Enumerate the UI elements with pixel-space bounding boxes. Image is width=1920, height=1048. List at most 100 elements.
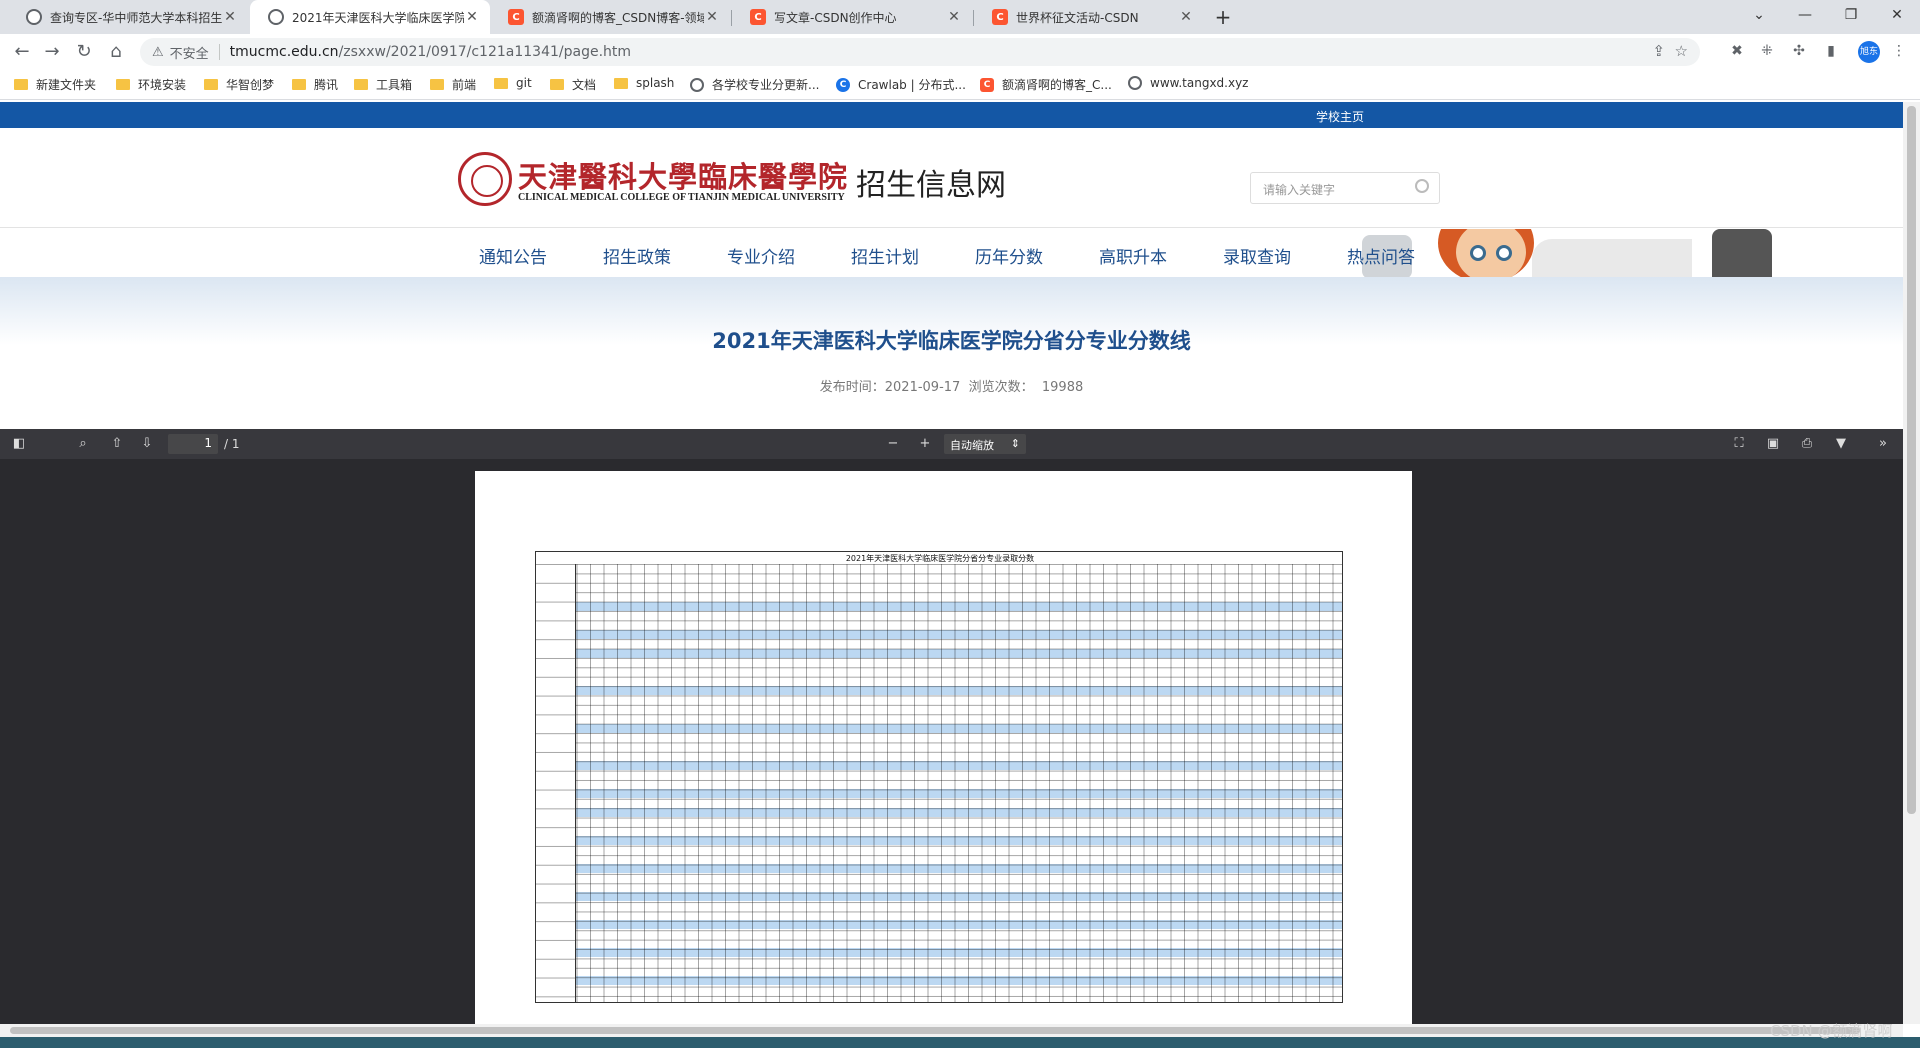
csdn-icon: C <box>980 77 994 92</box>
menu-kebab-icon[interactable]: ⋮ <box>1890 43 1908 61</box>
extension-x-icon[interactable]: ✖ <box>1728 43 1746 61</box>
csdn-icon: C <box>750 9 766 25</box>
new-tab-plus-icon[interactable]: + <box>1210 4 1236 30</box>
bookmark-item[interactable]: splash <box>614 76 674 90</box>
presentation-mode-icon[interactable]: ⛶ <box>1730 435 1748 453</box>
pdf-canvas-area[interactable]: 2021年天津医科大学临床医学院分省分专业录取分数 <box>0 459 1903 1024</box>
school-home-link[interactable]: 学校主页 <box>1316 108 1364 125</box>
nav-scores[interactable]: 历年分数 <box>975 243 1043 268</box>
bookmark-item[interactable]: 文档 <box>550 76 596 93</box>
mascot-arm <box>1532 239 1692 277</box>
bookmark-item[interactable]: www.tangxd.xyz <box>1128 76 1248 90</box>
mascot-face <box>1456 229 1526 277</box>
nav-upgrade[interactable]: 高职升本 <box>1099 243 1167 268</box>
forward-arrow-icon[interactable]: → <box>40 40 64 64</box>
warning-icon[interactable]: ⚠ <box>152 45 164 60</box>
tab-5[interactable]: C 世界杯征文活动-CSDN ✕ <box>974 0 1204 34</box>
folder-icon <box>614 77 628 89</box>
minimize-icon[interactable]: — <box>1782 0 1828 30</box>
tab-2-active[interactable]: 2021年天津医科大学临床医学院 ✕ <box>250 0 490 34</box>
share-star-icons[interactable]: ⇪ ☆ <box>1652 42 1688 60</box>
back-arrow-icon[interactable]: ← <box>10 40 34 64</box>
nav-notices[interactable]: 通知公告 <box>479 243 547 268</box>
bookmark-item[interactable]: C Crawlab | 分布式... <box>836 76 966 93</box>
avatar[interactable]: 旭东 <box>1858 41 1880 63</box>
find-search-icon[interactable]: ⌕ <box>74 435 92 453</box>
reload-icon[interactable]: ↻ <box>72 40 96 64</box>
publish-label: 发布时间： <box>819 380 885 395</box>
close-icon[interactable]: ✕ <box>704 9 720 25</box>
scroll-thumb[interactable] <box>1907 106 1916 814</box>
tab-search-chevron-icon[interactable]: ⌄ <box>1736 0 1782 30</box>
tab-title: 世界杯征文活动-CSDN <box>1016 10 1139 25</box>
search-placeholder: 请输入关键字 <box>1263 183 1336 197</box>
close-icon[interactable]: ✕ <box>222 9 238 25</box>
tab-4[interactable]: C 写文章-CSDN创作中心 ✕ <box>732 0 972 34</box>
csdn-icon: C <box>508 9 524 25</box>
globe-icon <box>690 77 704 92</box>
logo-chinese-name[interactable]: 天津醫科大學臨床醫學院 <box>518 154 848 196</box>
sidebar-toggle-icon[interactable]: ◧ <box>10 435 28 453</box>
bookmark-label: splash <box>636 76 675 90</box>
bookmark-label: 文档 <box>572 78 597 92</box>
close-icon[interactable]: ✕ <box>1178 9 1194 25</box>
url-path: /zsxxw/2021/0917/c121a11341/page.htm <box>338 44 632 60</box>
horizontal-scrollbar[interactable] <box>0 1024 1903 1037</box>
puzzle-icon[interactable]: ✣ <box>1790 43 1808 61</box>
tab-3[interactable]: C 额滴肾啊的博客_CSDN博客-领域 ✕ <box>490 0 730 34</box>
sidepanel-icon[interactable]: ▮ <box>1822 43 1840 61</box>
bookmark-label: 额滴肾啊的博客_C... <box>1002 78 1112 92</box>
bookmark-item[interactable]: git <box>494 76 532 90</box>
close-icon[interactable]: ✕ <box>464 9 480 25</box>
nav-plan[interactable]: 招生计划 <box>851 243 919 268</box>
window-close-icon[interactable]: ✕ <box>1874 0 1920 30</box>
nav-policy[interactable]: 招生政策 <box>603 243 671 268</box>
url-text[interactable]: tmucmc.edu.cn/zsxxw/2021/0917/c121a11341… <box>230 44 631 60</box>
bookmark-item[interactable]: 腾讯 <box>292 76 338 93</box>
zoom-out-icon[interactable]: − <box>884 435 902 453</box>
bookmark-item[interactable]: 华智创梦 <box>204 76 274 93</box>
nav-faq[interactable]: 热点问答 <box>1347 243 1415 268</box>
bookmark-item[interactable]: 各学校专业分更新... <box>690 76 819 93</box>
close-icon[interactable]: ✕ <box>946 9 962 25</box>
restore-icon[interactable]: ❐ <box>1828 0 1874 30</box>
zoom-in-icon[interactable]: + <box>916 435 934 453</box>
vertical-scrollbar[interactable] <box>1903 102 1920 1024</box>
zoom-select[interactable]: 自动缩放 ⇕ <box>944 434 1026 454</box>
next-page-icon[interactable]: ⇩ <box>138 435 156 453</box>
college-seal-logo[interactable] <box>458 152 512 206</box>
bookmark-label: 环境安装 <box>138 78 187 92</box>
print-icon[interactable]: ⎙ <box>1798 435 1816 453</box>
bookmark-item[interactable]: C 额滴肾啊的博客_C... <box>980 76 1112 93</box>
address-bar[interactable]: ⚠ 不安全 tmucmc.edu.cn/zsxxw/2021/0917/c121… <box>140 38 1700 66</box>
bookmark-item[interactable]: 环境安装 <box>116 76 186 93</box>
pdf-toolbar: ◧ ⌕ ⇧ ⇩ 1 / 1 − + 自动缩放 ⇕ ⛶ ▣ ⎙ ▼ » <box>0 429 1903 459</box>
globe-icon <box>268 9 284 25</box>
bookmark-item[interactable]: 新建文件夹 <box>14 76 96 93</box>
nav-admission-query[interactable]: 录取查询 <box>1223 243 1291 268</box>
nav-majors[interactable]: 专业介绍 <box>727 243 795 268</box>
bookmark-icon[interactable]: ▼ <box>1832 435 1850 453</box>
extension-grid-icon[interactable]: ⁜ <box>1758 43 1776 61</box>
tab-1[interactable]: 查询专区-华中师范大学本科招生 ✕ <box>8 0 248 34</box>
logo-english-name: CLINICAL MEDICAL COLLEGE OF TIANJIN MEDI… <box>518 192 845 203</box>
tools-chevron-icon[interactable]: » <box>1874 435 1892 453</box>
publish-date: 2021-09-17 <box>884 380 961 395</box>
browser-tab-bar: 查询专区-华中师范大学本科招生 ✕ 2021年天津医科大学临床医学院 ✕ C 额… <box>0 0 1920 34</box>
bookmark-item[interactable]: 工具箱 <box>354 76 412 93</box>
open-file-icon[interactable]: ▣ <box>1764 435 1782 453</box>
bookmark-item[interactable]: 前端 <box>430 76 476 93</box>
zoom-label: 自动缩放 <box>950 439 994 452</box>
home-icon[interactable]: ⌂ <box>104 40 128 64</box>
crawlab-icon: C <box>836 77 850 92</box>
scroll-thumb[interactable] <box>10 1027 1860 1034</box>
previous-page-icon[interactable]: ⇧ <box>108 435 126 453</box>
search-icon[interactable] <box>1415 179 1429 193</box>
page-number-input[interactable]: 1 <box>168 434 218 454</box>
views-label: 浏览次数： <box>968 380 1034 395</box>
folder-icon <box>494 77 508 89</box>
search-input[interactable]: 请输入关键字 <box>1250 172 1440 204</box>
tab-title: 写文章-CSDN创作中心 <box>774 10 897 25</box>
province-column <box>536 564 576 1002</box>
bookmark-label: 华智创梦 <box>226 78 275 92</box>
